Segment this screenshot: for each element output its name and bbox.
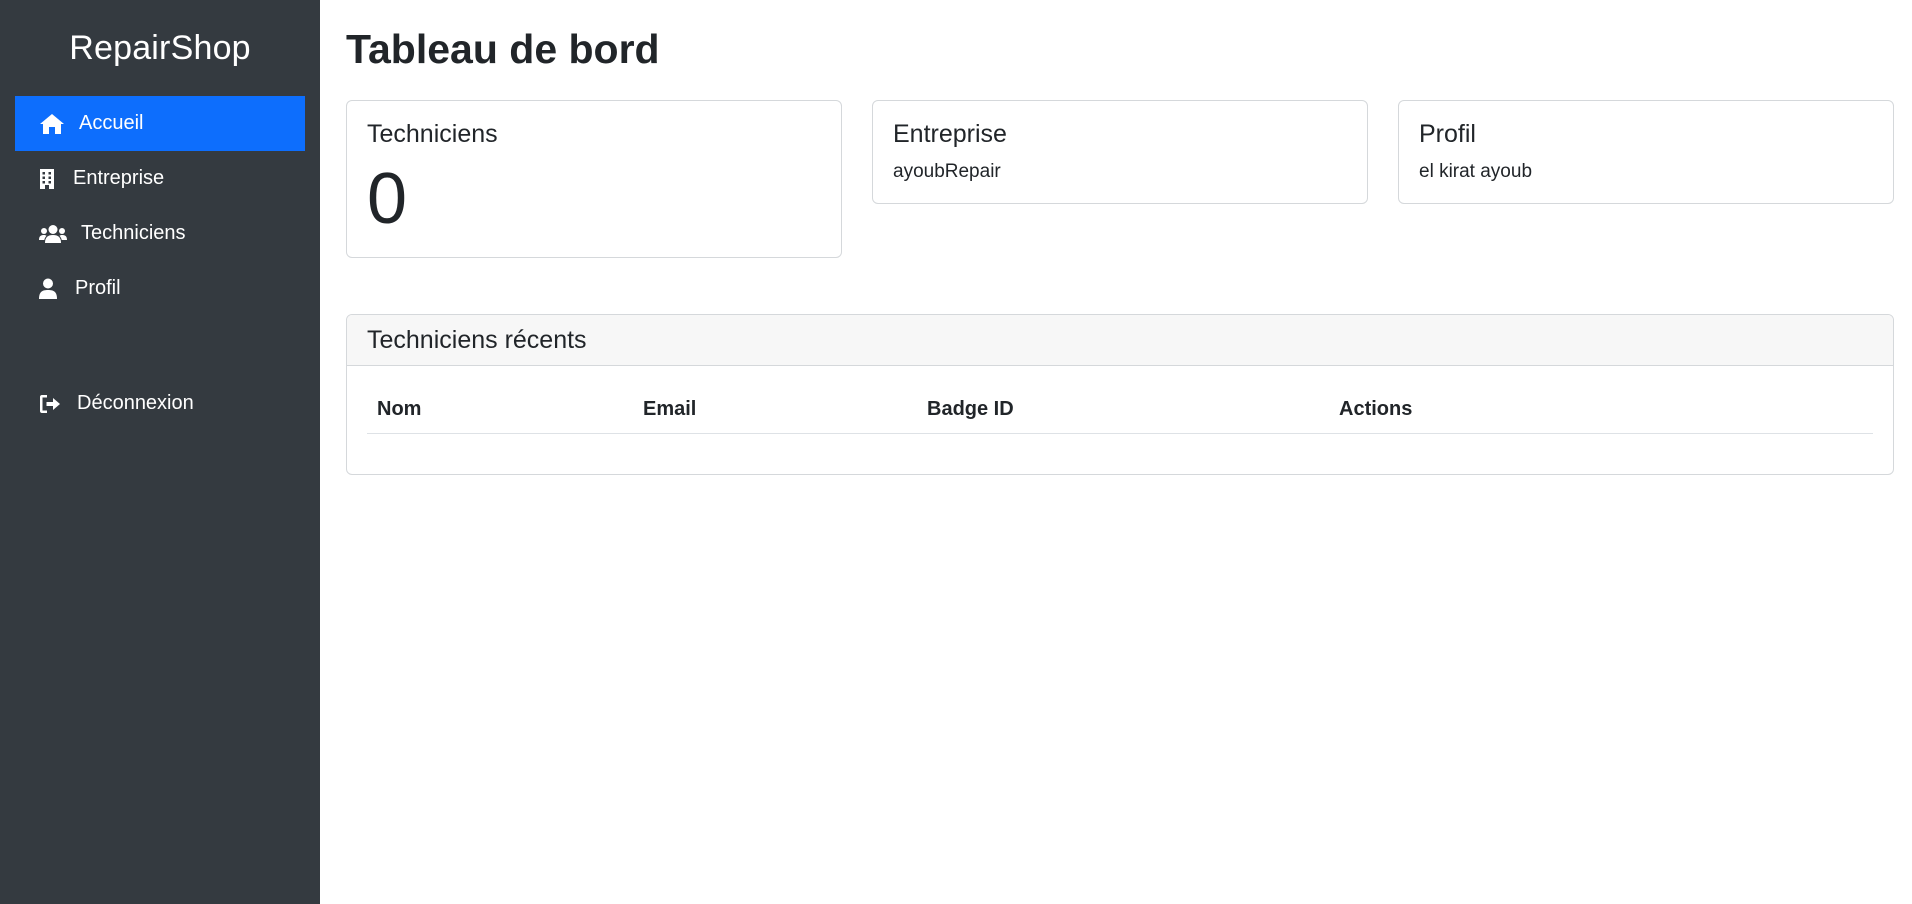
- profile-card-title: Profil: [1419, 120, 1476, 148]
- app-root: RepairShop Accueil Entreprise Technicien…: [0, 0, 1912, 904]
- company-name: ayoubRepair: [893, 161, 1001, 182]
- sidebar-item-label: Profil: [75, 277, 121, 299]
- company-card-title: Entreprise: [893, 120, 1007, 148]
- column-header-actions: Actions: [1329, 390, 1873, 434]
- sidebar: RepairShop Accueil Entreprise Technicien…: [0, 0, 320, 904]
- sidebar-item-label: Accueil: [79, 112, 144, 134]
- sidebar-item-accueil[interactable]: Accueil: [15, 96, 305, 151]
- users-icon: [39, 224, 71, 244]
- recent-technicians-panel: Techniciens récents Nom Email Badge ID A…: [346, 314, 1894, 475]
- sidebar-item-label: Techniciens: [81, 222, 186, 244]
- recent-technicians-title: Techniciens récents: [347, 315, 1893, 366]
- technicians-count: 0: [367, 159, 408, 239]
- sidebar-item-profil[interactable]: Profil: [15, 261, 305, 316]
- sidebar-nav: Accueil Entreprise Techniciens Profil Dé…: [15, 96, 305, 431]
- technicians-card-title: Techniciens: [367, 120, 498, 148]
- sidebar-item-entreprise[interactable]: Entreprise: [15, 151, 305, 206]
- home-icon: [39, 113, 69, 135]
- recent-technicians-table: Nom Email Badge ID Actions: [367, 390, 1873, 434]
- sign-out-icon: [39, 394, 67, 414]
- stat-cards: Techniciens 0 Entreprise ayoubRepair Pro…: [346, 100, 1894, 258]
- page-title: Tableau de bord: [346, 26, 660, 72]
- nav-spacer: [15, 316, 305, 376]
- main-content: Tableau de bord Techniciens 0 Entreprise…: [320, 0, 1912, 904]
- column-header-email: Email: [633, 390, 917, 434]
- sidebar-item-techniciens[interactable]: Techniciens: [15, 206, 305, 261]
- company-card: Entreprise ayoubRepair: [872, 100, 1368, 204]
- column-header-nom: Nom: [367, 390, 633, 434]
- recent-technicians-body: Nom Email Badge ID Actions: [347, 366, 1893, 474]
- logout-label: Déconnexion: [77, 392, 194, 414]
- sidebar-item-label: Entreprise: [73, 167, 165, 189]
- brand-title: RepairShop: [69, 29, 251, 67]
- profile-name: el kirat ayoub: [1419, 161, 1533, 182]
- building-icon: [39, 168, 63, 189]
- user-icon: [39, 278, 65, 299]
- technicians-card: Techniciens 0: [346, 100, 842, 258]
- profile-card: Profil el kirat ayoub: [1398, 100, 1894, 204]
- table-header-row: Nom Email Badge ID Actions: [367, 390, 1873, 434]
- column-header-badge-id: Badge ID: [917, 390, 1329, 434]
- logout-button[interactable]: Déconnexion: [15, 376, 305, 431]
